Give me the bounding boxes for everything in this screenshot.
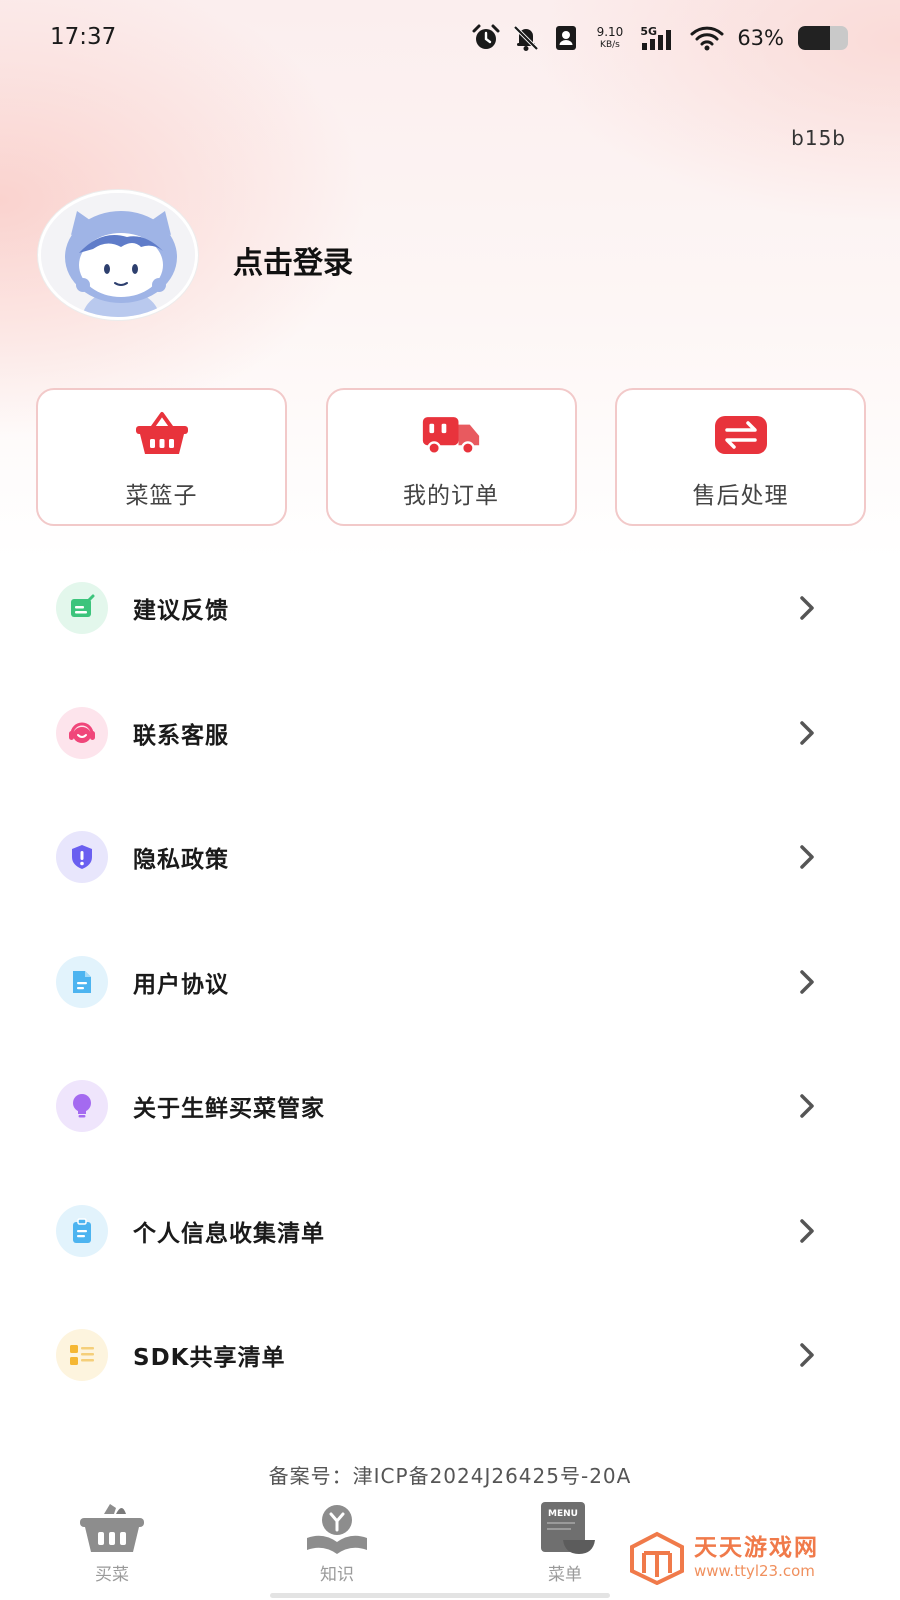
shield-icon xyxy=(56,831,108,884)
menu-label-sdk-list: SDK共享清单 xyxy=(133,1345,286,1372)
grocery-basket-icon xyxy=(76,1500,148,1558)
menu-item-user-agreement[interactable]: 用户协议 xyxy=(0,920,900,1045)
watermark-url: www.ttyl23.com xyxy=(694,1561,815,1580)
tab-knowledge[interactable]: 知识 xyxy=(277,1500,397,1590)
watermark: 天天游戏网 www.ttyl23.com xyxy=(628,1528,868,1588)
battery-fill xyxy=(798,26,830,50)
menu-item-personal-info-list[interactable]: 个人信息收集清单 xyxy=(0,1169,900,1294)
status-time: 17:37 xyxy=(50,24,117,50)
aftersale-card[interactable]: 售后处理 xyxy=(615,388,866,526)
icp-record: 备案号：津ICP备2024J26425号-20A xyxy=(268,1464,632,1488)
chevron-right-icon xyxy=(794,720,820,746)
tab-label-grocery: 买菜 xyxy=(95,1565,129,1585)
basket-card[interactable]: 菜篮子 xyxy=(36,388,287,526)
menu-label-user-agreement: 用户协议 xyxy=(133,971,229,998)
list-icon xyxy=(56,1329,108,1382)
delivery-truck-icon xyxy=(421,408,481,460)
menu-board-icon: MENU xyxy=(529,1500,601,1558)
battery-icon xyxy=(798,26,848,50)
version-label: b15b xyxy=(791,126,846,150)
lightbulb-icon xyxy=(56,1080,108,1133)
menu-item-sdk-list[interactable]: SDK共享清单 xyxy=(0,1293,900,1418)
watermark-title: 天天游戏网 xyxy=(694,1535,819,1562)
orders-card[interactable]: 我的订单 xyxy=(325,388,577,526)
chevron-right-icon xyxy=(794,969,820,995)
knowledge-book-icon xyxy=(301,1500,373,1558)
network-type: 5G xyxy=(640,25,657,38)
menu-label-about: 关于生鲜买菜管家 xyxy=(133,1096,325,1123)
login-prompt[interactable]: 点击登录 xyxy=(233,238,353,282)
menu-item-privacy[interactable]: 隐私政策 xyxy=(0,795,900,920)
watermark-logo-icon xyxy=(630,1531,684,1585)
avatar[interactable] xyxy=(38,190,198,320)
menu-label-privacy: 隐私政策 xyxy=(133,847,229,874)
menu-item-about[interactable]: 关于生鲜买菜管家 xyxy=(0,1044,900,1169)
menu-label-feedback: 建议反馈 xyxy=(133,598,229,625)
settings-menu: 建议反馈 联系客服 隐私政策 用户协议 关于生鲜买菜管家 个人信息收集清单 SD… xyxy=(0,546,900,1418)
exchange-icon xyxy=(711,408,771,460)
basket-card-label: 菜篮子 xyxy=(125,483,198,509)
status-icons: 9.10 KB/s 5G 63% xyxy=(471,20,848,56)
chevron-right-icon xyxy=(794,1342,820,1368)
aftersale-card-label: 售后处理 xyxy=(692,483,789,509)
home-indicator[interactable] xyxy=(270,1593,610,1598)
avatar-character-icon xyxy=(41,193,195,317)
network-speed-value: 9.10 xyxy=(596,25,624,39)
menu-label-personal-info-list: 个人信息收集清单 xyxy=(133,1220,325,1247)
menu-item-feedback[interactable]: 建议反馈 xyxy=(0,546,900,671)
chevron-right-icon xyxy=(794,1093,820,1119)
bell-muted-icon xyxy=(511,23,541,53)
clipboard-icon xyxy=(56,1204,108,1257)
network-speed-unit: KB/s xyxy=(600,40,620,50)
headset-icon xyxy=(56,706,108,759)
signal-icon: 5G xyxy=(639,23,679,53)
basket-icon xyxy=(132,408,192,460)
menu-item-customer-service[interactable]: 联系客服 xyxy=(0,671,900,796)
tab-grocery[interactable]: 买菜 xyxy=(52,1500,172,1590)
feedback-icon xyxy=(56,582,108,635)
status-bar: 17:37 9.10 KB/s 5G 63% xyxy=(0,0,900,78)
tab-label-knowledge: 知识 xyxy=(320,1565,354,1585)
menu-label-customer-service: 联系客服 xyxy=(133,722,229,749)
contact-card-icon xyxy=(551,23,581,53)
chevron-right-icon xyxy=(794,1218,820,1244)
svg-text:MENU: MENU xyxy=(548,1509,578,1519)
shortcut-cards: 菜篮子 我的订单 售后处理 xyxy=(36,388,866,526)
network-speed: 9.10 KB/s xyxy=(597,26,624,50)
tab-label-menu: 菜单 xyxy=(548,1565,582,1585)
chevron-right-icon xyxy=(794,595,820,621)
alarm-icon xyxy=(471,23,501,53)
battery-percent: 63% xyxy=(737,26,784,50)
orders-card-label: 我的订单 xyxy=(403,483,499,509)
tab-menu[interactable]: MENU 菜单 xyxy=(505,1500,625,1590)
chevron-right-icon xyxy=(794,844,820,870)
wifi-icon xyxy=(689,23,725,53)
document-icon xyxy=(56,955,108,1008)
